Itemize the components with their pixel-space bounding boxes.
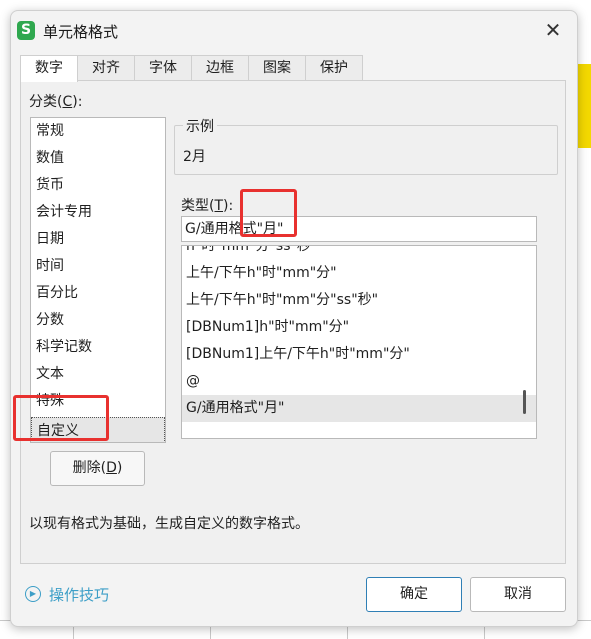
type-list-item-selected[interactable]: G/通用格式"月" bbox=[182, 395, 536, 422]
format-type-list[interactable]: h"时"mm"分"ss"秒" 上午/下午h"时"mm"分" 上午/下午h"时"m… bbox=[181, 245, 537, 439]
app-logo-icon: S bbox=[17, 21, 35, 40]
title-bar[interactable]: S 单元格格式 ✕ bbox=[11, 11, 577, 49]
category-item-general[interactable]: 常规 bbox=[31, 118, 165, 145]
category-item-text[interactable]: 文本 bbox=[31, 361, 165, 388]
category-item-fraction[interactable]: 分数 bbox=[31, 307, 165, 334]
tab-alignment[interactable]: 对齐 bbox=[77, 55, 135, 81]
tab-number[interactable]: 数字 bbox=[20, 55, 78, 82]
ok-button[interactable]: 确定 bbox=[366, 577, 462, 612]
type-list-item[interactable]: [DBNum1]上午/下午h"时"mm"分" bbox=[182, 341, 536, 368]
type-list-item[interactable]: 上午/下午h"时"mm"分"ss"秒" bbox=[182, 287, 536, 314]
tab-bar: 数字 对齐 字体 边框 图案 保护 bbox=[20, 55, 363, 82]
sample-value: 2月 bbox=[183, 149, 206, 165]
tips-label: 操作技巧 bbox=[49, 586, 110, 604]
category-list[interactable]: 常规 数值 货币 会计专用 日期 时间 百分比 分数 科学记数 文本 特殊 自定… bbox=[30, 117, 166, 443]
type-input[interactable]: G/通用格式"月" bbox=[181, 216, 537, 242]
category-item-scientific[interactable]: 科学记数 bbox=[31, 334, 165, 361]
tab-font[interactable]: 字体 bbox=[134, 55, 192, 81]
sample-legend: 示例 bbox=[183, 116, 217, 136]
type-label: 类型(T): bbox=[181, 198, 234, 214]
category-item-time[interactable]: 时间 bbox=[31, 253, 165, 280]
scrollbar-thumb[interactable] bbox=[523, 390, 526, 414]
play-circle-icon: ▶ bbox=[25, 586, 41, 602]
tab-pattern[interactable]: 图案 bbox=[248, 55, 306, 81]
background-cell-fill bbox=[577, 64, 591, 148]
dialog-title: 单元格格式 bbox=[43, 23, 119, 41]
category-item-currency[interactable]: 货币 bbox=[31, 172, 165, 199]
category-item-custom[interactable]: 自定义 bbox=[31, 417, 165, 442]
tab-border[interactable]: 边框 bbox=[191, 55, 249, 81]
format-description: 以现有格式为基础，生成自定义的数字格式。 bbox=[29, 516, 309, 532]
close-button[interactable]: ✕ bbox=[541, 17, 565, 43]
category-item-special[interactable]: 特殊 bbox=[31, 388, 165, 415]
category-item-date[interactable]: 日期 bbox=[31, 226, 165, 253]
tab-protection[interactable]: 保护 bbox=[305, 55, 363, 81]
category-item-percentage[interactable]: 百分比 bbox=[31, 280, 165, 307]
format-cells-dialog: S 单元格格式 ✕ 数字 对齐 字体 边框 图案 保护 分类(C): 常规 数值… bbox=[10, 10, 578, 627]
category-item-number[interactable]: 数值 bbox=[31, 145, 165, 172]
type-list-item[interactable]: 上午/下午h"时"mm"分" bbox=[182, 260, 536, 287]
category-label: 分类(C): bbox=[29, 94, 83, 110]
type-list-item[interactable]: h"时"mm"分"ss"秒" bbox=[182, 246, 536, 260]
cancel-button[interactable]: 取消 bbox=[470, 577, 566, 612]
type-list-item[interactable]: @ bbox=[182, 368, 536, 395]
delete-button[interactable]: 删除(D) bbox=[50, 451, 145, 486]
sample-group: 示例 2月 bbox=[174, 116, 558, 175]
number-tab-panel: 分类(C): 常规 数值 货币 会计专用 日期 时间 百分比 分数 科学记数 文… bbox=[20, 80, 566, 564]
category-item-accounting[interactable]: 会计专用 bbox=[31, 199, 165, 226]
type-list-item[interactable]: [DBNum1]h"时"mm"分" bbox=[182, 314, 536, 341]
